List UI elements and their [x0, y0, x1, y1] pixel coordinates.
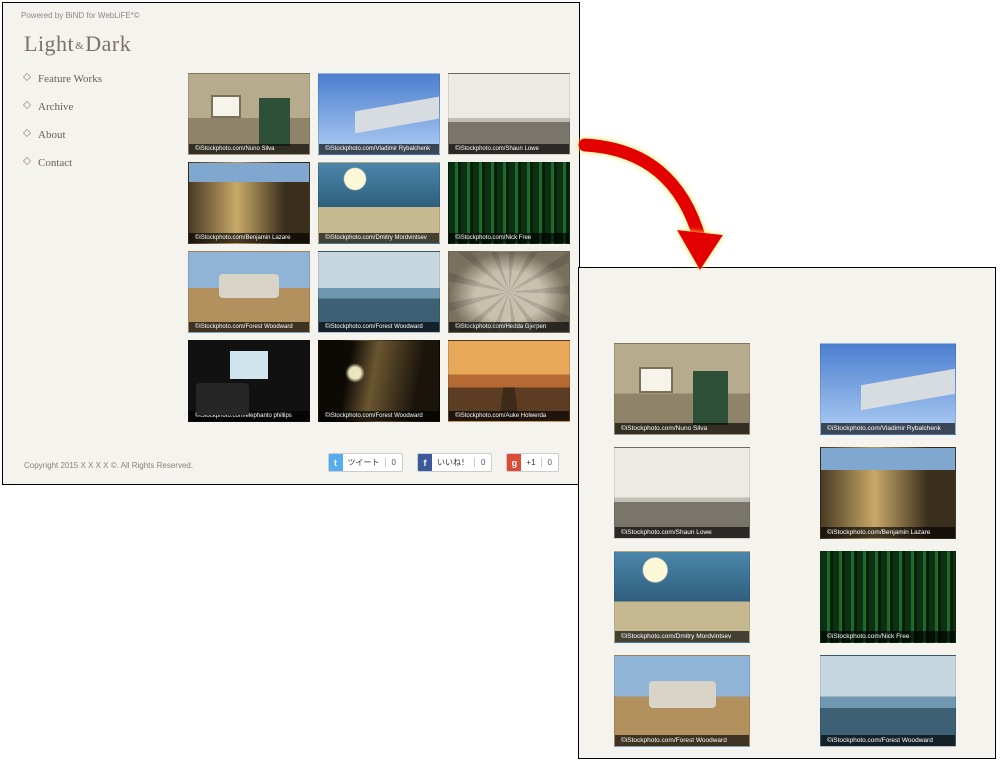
thumbnail-grid-responsive: ©iStockphoto.com/Nuno Silva ©iStockphoto.…: [614, 343, 956, 759]
twitter-button[interactable]: t ツイート 0: [328, 453, 403, 472]
gallery-thumb[interactable]: ©iStockphoto.com/Nick Free: [448, 162, 570, 244]
social-buttons: t ツイート 0 f いいね！ 0 g +1 0: [328, 453, 559, 472]
twitter-label: ツイート: [343, 457, 385, 468]
gallery-thumb[interactable]: ©iStockphoto.com/Vladimir Rybalchenk: [318, 73, 440, 155]
sidebar-nav: Feature Works Archive About Contact: [24, 73, 102, 185]
twitter-icon: t: [329, 454, 343, 471]
thumbnail-grid-desktop: ©iStockphoto.com/Nuno Silva ©iStockphoto.…: [188, 73, 570, 422]
nav-archive[interactable]: Archive: [24, 101, 102, 113]
logo-dark: Dark: [85, 31, 131, 56]
thumb-credit: ©iStockphoto.com/Nick Free: [821, 631, 955, 642]
gplus-count: 0: [541, 458, 558, 467]
facebook-button[interactable]: f いいね！ 0: [417, 453, 492, 472]
facebook-label: いいね！: [432, 457, 474, 468]
nav-label: Feature Works: [38, 73, 102, 85]
facebook-count: 0: [474, 458, 491, 467]
gallery-thumb[interactable]: ©iStockphoto.com/elephanto phillips: [188, 340, 310, 422]
nav-about[interactable]: About: [24, 129, 102, 141]
thumb-credit: ©iStockphoto.com/Hedda Gjerpen: [449, 322, 569, 332]
responsive-layout-panel: ©iStockphoto.com/Nuno Silva ©iStockphoto.…: [578, 267, 996, 759]
thumb-credit: ©iStockphoto.com/Shaun Lowe: [449, 144, 569, 154]
gplus-icon: g: [507, 454, 521, 471]
thumb-credit: ©iStockphoto.com/Vladimir Rybalchenk: [821, 423, 955, 434]
gallery-thumb[interactable]: ©iStockphoto.com/Forest Woodward: [820, 655, 956, 747]
gallery-thumb[interactable]: ©iStockphoto.com/Benjamin Lazare: [820, 447, 956, 539]
logo-light: Light: [24, 31, 74, 56]
thumb-credit: ©iStockphoto.com/Benjamin Lazare: [189, 233, 309, 243]
gallery-thumb[interactable]: ©iStockphoto.com/Auke Holwerda: [448, 340, 570, 422]
thumb-credit: ©iStockphoto.com/Dmitry Mordvintsev: [615, 631, 749, 642]
gallery-thumb[interactable]: ©iStockphoto.com/Vladimir Rybalchenk: [820, 343, 956, 435]
thumb-credit: ©iStockphoto.com/Forest Woodward: [189, 322, 309, 332]
nav-label: About: [38, 129, 66, 141]
gallery-thumb[interactable]: ©iStockphoto.com/Shaun Lowe: [448, 73, 570, 155]
thumb-credit: ©iStockphoto.com/Vladimir Rybalchenk: [319, 144, 439, 154]
gallery-thumb[interactable]: ©iStockphoto.com/Dmitry Mordvintsev: [614, 551, 750, 643]
thumb-credit: ©iStockphoto.com/Benjamin Lazare: [821, 527, 955, 538]
thumb-credit: ©iStockphoto.com/Forest Woodward: [319, 322, 439, 332]
gallery-thumb[interactable]: ©iStockphoto.com/Forest Woodward: [318, 251, 440, 333]
gallery-thumb[interactable]: ©iStockphoto.com/Dmitry Mordvintsev: [318, 162, 440, 244]
facebook-icon: f: [418, 454, 432, 471]
nav-label: Contact: [38, 157, 72, 169]
gallery-thumb[interactable]: ©iStockphoto.com/Benjamin Lazare: [188, 162, 310, 244]
nav-feature-works[interactable]: Feature Works: [24, 73, 102, 85]
diamond-icon: [23, 157, 31, 165]
diamond-icon: [23, 129, 31, 137]
site-logo[interactable]: Light&Dark: [24, 31, 131, 57]
responsive-arrow-icon: [565, 130, 735, 290]
gallery-thumb[interactable]: ©iStockphoto.com/Nuno Silva: [614, 343, 750, 435]
footer: Copyright 2015 X X X X ©. All Rights Res…: [3, 448, 579, 484]
logo-ampersand: &: [74, 40, 85, 52]
thumb-credit: ©iStockphoto.com/Forest Woodward: [319, 411, 439, 421]
thumb-credit: ©iStockphoto.com/Nick Free: [449, 233, 569, 243]
gplus-label: +1: [521, 458, 540, 467]
twitter-count: 0: [385, 458, 402, 467]
desktop-layout-panel: Powered by BiND for WebLiFE*© Light&Dark…: [2, 2, 580, 485]
gallery-thumb[interactable]: ©iStockphoto.com/Shaun Lowe: [614, 447, 750, 539]
thumb-credit: ©iStockphoto.com/elephanto phillips: [189, 411, 309, 421]
diamond-icon: [23, 73, 31, 81]
thumb-credit: ©iStockphoto.com/Shaun Lowe: [615, 527, 749, 538]
gallery-thumb[interactable]: ©iStockphoto.com/Forest Woodward: [188, 251, 310, 333]
nav-label: Archive: [38, 101, 73, 113]
nav-contact[interactable]: Contact: [24, 157, 102, 169]
thumb-credit: ©iStockphoto.com/Dmitry Mordvintsev: [319, 233, 439, 243]
copyright-text: Copyright 2015 X X X X ©. All Rights Res…: [24, 461, 193, 470]
gplus-button[interactable]: g +1 0: [506, 453, 559, 472]
gallery-thumb[interactable]: ©iStockphoto.com/Nick Free: [820, 551, 956, 643]
diamond-icon: [23, 101, 31, 109]
gallery-thumb[interactable]: ©iStockphoto.com/Hedda Gjerpen: [448, 251, 570, 333]
thumb-credit: ©iStockphoto.com/Forest Woodward: [821, 735, 955, 746]
thumb-credit: ©iStockphoto.com/Forest Woodward: [615, 735, 749, 746]
powered-by-text: Powered by BiND for WebLiFE*©: [21, 11, 140, 20]
thumb-credit: ©iStockphoto.com/Auke Holwerda: [449, 411, 569, 421]
thumb-credit: ©iStockphoto.com/Nuno Silva: [189, 144, 309, 154]
gallery-thumb[interactable]: ©iStockphoto.com/Nuno Silva: [188, 73, 310, 155]
thumb-credit: ©iStockphoto.com/Nuno Silva: [615, 423, 749, 434]
gallery-thumb[interactable]: ©iStockphoto.com/Forest Woodward: [318, 340, 440, 422]
gallery-thumb[interactable]: ©iStockphoto.com/Forest Woodward: [614, 655, 750, 747]
